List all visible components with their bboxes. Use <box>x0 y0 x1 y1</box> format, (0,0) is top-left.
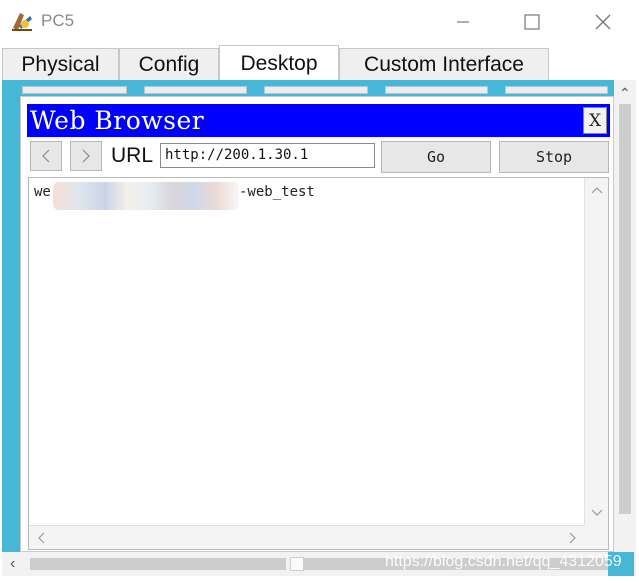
tab-physical[interactable]: Physical <box>2 48 119 81</box>
redacted-text <box>53 182 239 210</box>
outer-vertical-scrollbar[interactable]: ⌃ <box>614 80 636 552</box>
close-window-button[interactable] <box>585 8 621 36</box>
scrollbar-thumb[interactable] <box>290 557 304 571</box>
maximize-button[interactable] <box>514 8 550 36</box>
close-icon <box>595 14 611 30</box>
browser-close-button[interactable]: X <box>583 107 607 134</box>
content-horizontal-scrollbar[interactable] <box>29 525 585 549</box>
tab-config[interactable]: Config <box>119 48 219 81</box>
desktop-app-icon[interactable] <box>385 86 488 94</box>
scroll-up-icon[interactable] <box>591 186 603 194</box>
tab-custom-interface[interactable]: Custom Interface <box>339 48 549 81</box>
page-content: we -web_test <box>28 177 609 550</box>
forward-button[interactable] <box>70 141 102 171</box>
minimize-icon <box>457 21 469 23</box>
go-button[interactable]: Go <box>381 141 491 173</box>
chevron-right-icon <box>82 149 90 163</box>
url-label: URL <box>111 144 154 167</box>
desktop-app-icon[interactable] <box>144 86 247 94</box>
content-vertical-scrollbar[interactable] <box>584 178 608 525</box>
minimize-button[interactable] <box>445 8 481 36</box>
page-text-start: we <box>34 184 51 200</box>
scrollbar-thumb[interactable] <box>30 558 286 570</box>
scrollbar-thumb[interactable] <box>619 104 631 514</box>
packet-tracer-icon <box>10 10 34 32</box>
watermark-text: https://blog.csdn.net/qq_4312059 <box>385 553 622 570</box>
desktop-app-icon[interactable] <box>22 86 127 94</box>
web-browser-window: Web Browser X URL http://200.1.30.1 Go S… <box>20 96 614 552</box>
stop-button[interactable]: Stop <box>499 141 609 173</box>
back-button[interactable] <box>30 141 62 171</box>
chevron-left-icon <box>42 149 50 163</box>
maximize-icon <box>524 14 540 30</box>
page-text-end: -web_test <box>239 184 315 200</box>
tab-bar: Physical Config Desktop Custom Interface <box>0 44 639 81</box>
tab-desktop[interactable]: Desktop <box>219 45 339 81</box>
scroll-up-icon[interactable]: ⌃ <box>619 86 631 100</box>
scroll-left-icon[interactable]: ‹ <box>10 556 15 572</box>
browser-titlebar: Web Browser X <box>27 104 610 137</box>
url-input[interactable]: http://200.1.30.1 <box>160 143 375 168</box>
scroll-corner <box>584 525 608 549</box>
scroll-down-icon[interactable] <box>591 509 603 517</box>
desktop-app-icon[interactable] <box>264 86 368 94</box>
browser-title: Web Browser <box>30 106 205 135</box>
scroll-left-icon[interactable] <box>37 532 45 544</box>
scroll-right-icon[interactable] <box>569 532 577 544</box>
window-titlebar: PC5 <box>0 0 639 44</box>
window-title: PC5 <box>41 11 75 30</box>
desktop-app-icon[interactable] <box>505 86 608 94</box>
